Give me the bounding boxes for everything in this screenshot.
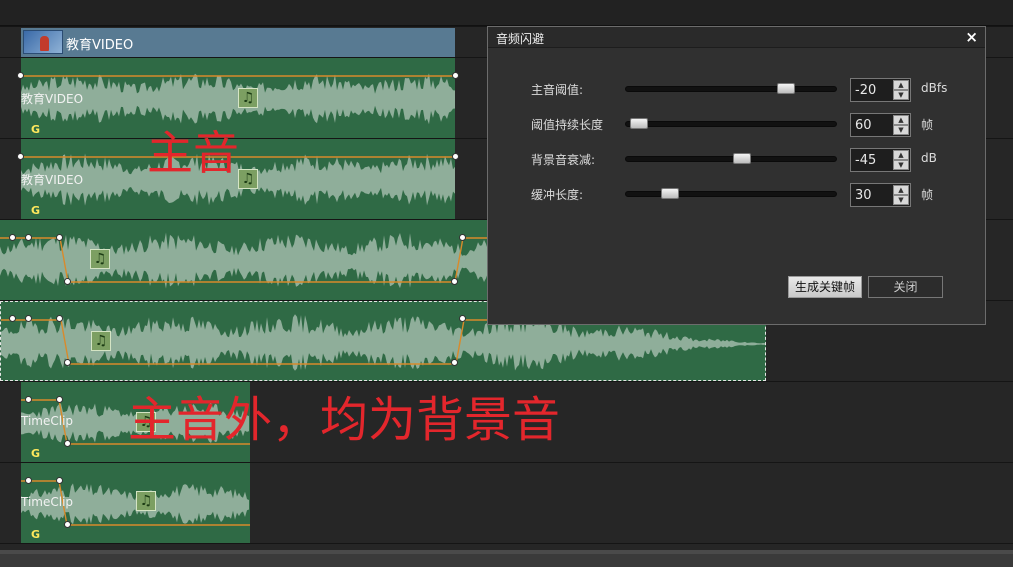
keyframe-handle[interactable]	[9, 315, 16, 322]
clip-label: 教育VIDEO	[21, 173, 84, 187]
buffer-length-slider[interactable]	[625, 188, 837, 199]
clip-label: TimeClip	[21, 495, 74, 509]
generate-keyframes-button[interactable]: 生成关键帧	[788, 276, 862, 298]
clip-label: TimeClip	[21, 414, 74, 428]
dialog-titlebar[interactable]	[488, 27, 985, 48]
threshold-duration-unit: 帧	[921, 118, 934, 132]
keyframe-handle[interactable]	[64, 440, 71, 447]
keyframe-handle[interactable]	[25, 477, 32, 484]
threshold-value[interactable]: -20	[855, 83, 876, 98]
keyframe-handle[interactable]	[452, 153, 459, 160]
spin-down-icon[interactable]: ▼	[893, 90, 909, 100]
annotation-main-audio: 主音	[147, 126, 239, 180]
spin-down-icon[interactable]: ▼	[893, 160, 909, 170]
slider-thumb[interactable]	[732, 153, 751, 164]
spin-up-icon[interactable]: ▲	[893, 150, 909, 160]
timeline-ruler[interactable]	[0, 0, 1013, 26]
clip-group-tag: G	[31, 528, 41, 541]
video-clip-label: 教育VIDEO	[66, 38, 134, 53]
background-attenuation-unit: dB	[921, 151, 937, 165]
spin-up-icon[interactable]: ▲	[893, 185, 909, 195]
timeline-editor: 教育VIDEO 教育VIDEO G ♫ 教育VIDEO G ♫ ♫ ♫ Time…	[0, 0, 1013, 567]
keyframe-handle[interactable]	[451, 278, 458, 285]
buffer-length-label: 缓冲长度:	[531, 188, 584, 202]
keyframe-handle[interactable]	[25, 234, 32, 241]
video-clip[interactable]: 教育VIDEO	[21, 28, 455, 57]
background-attenuation-spinbox[interactable]: -45 ▲ ▼	[850, 148, 911, 172]
music-note-icon: ♫	[136, 491, 156, 511]
keyframe-handle[interactable]	[451, 359, 458, 366]
spin-down-icon[interactable]: ▼	[893, 195, 909, 205]
clip-label: 教育VIDEO	[21, 92, 84, 106]
keyframe-handle[interactable]	[56, 477, 63, 484]
keyframe-handle[interactable]	[452, 72, 459, 79]
keyframe-handle[interactable]	[459, 315, 466, 322]
buffer-length-value[interactable]: 30	[855, 188, 872, 203]
close-icon[interactable]: ×	[965, 28, 978, 46]
spin-up-icon[interactable]: ▲	[893, 115, 909, 125]
buffer-length-spinbox[interactable]: 30 ▲ ▼	[850, 183, 911, 207]
background-attenuation-label: 背景音衰减:	[531, 153, 596, 167]
track-divider	[0, 543, 1013, 544]
audio-clip-timeclip-2[interactable]: TimeClip G ♫	[21, 463, 250, 543]
spin-up-icon[interactable]: ▲	[893, 80, 909, 90]
keyframe-handle[interactable]	[459, 234, 466, 241]
timeline-scrollbar[interactable]	[0, 550, 1013, 567]
buffer-length-unit: 帧	[921, 188, 934, 202]
keyframe-handle[interactable]	[9, 234, 16, 241]
slider-thumb[interactable]	[660, 188, 679, 199]
keyframe-handle[interactable]	[56, 315, 63, 322]
annotation-background-audio: 主音外，均为背景音	[128, 392, 561, 448]
threshold-spinbox[interactable]: -20 ▲ ▼	[850, 78, 911, 102]
keyframe-handle[interactable]	[64, 278, 71, 285]
background-attenuation-value[interactable]: -45	[855, 153, 876, 168]
keyframe-handle[interactable]	[25, 396, 32, 403]
close-button[interactable]: 关闭	[868, 276, 943, 298]
threshold-slider[interactable]	[625, 83, 837, 94]
keyframe-handle[interactable]	[17, 153, 24, 160]
keyframe-handle[interactable]	[56, 396, 63, 403]
spin-down-icon[interactable]: ▼	[893, 125, 909, 135]
slider-thumb[interactable]	[777, 83, 796, 94]
threshold-unit: dBfs	[921, 81, 948, 95]
audio-ducking-dialog: 音频闪避 × 主音阈值: -20 ▲ ▼ dBfs 阈值持续长度 60 ▲ ▼ …	[487, 26, 986, 325]
clip-group-tag: G	[31, 447, 41, 460]
music-note-icon: ♫	[90, 249, 110, 269]
threshold-label: 主音阈值:	[531, 83, 584, 97]
keyframe-handle[interactable]	[64, 359, 71, 366]
keyframe-handle[interactable]	[56, 234, 63, 241]
video-thumbnail	[23, 30, 63, 54]
threshold-duration-spinbox[interactable]: 60 ▲ ▼	[850, 113, 911, 137]
dialog-title: 音频闪避	[496, 32, 545, 46]
threshold-duration-label: 阈值持续长度	[531, 118, 604, 132]
slider-thumb[interactable]	[629, 118, 648, 129]
music-note-icon: ♫	[91, 331, 111, 351]
clip-group-tag: G	[31, 204, 41, 217]
threshold-duration-value[interactable]: 60	[855, 118, 872, 133]
keyframe-handle[interactable]	[25, 315, 32, 322]
keyframe-handle[interactable]	[64, 521, 71, 528]
music-note-icon: ♫	[238, 88, 258, 108]
clip-group-tag: G	[31, 123, 41, 136]
background-attenuation-slider[interactable]	[625, 153, 837, 164]
keyframe-handle[interactable]	[17, 72, 24, 79]
threshold-duration-slider[interactable]	[625, 118, 837, 129]
music-note-icon: ♫	[238, 169, 258, 189]
